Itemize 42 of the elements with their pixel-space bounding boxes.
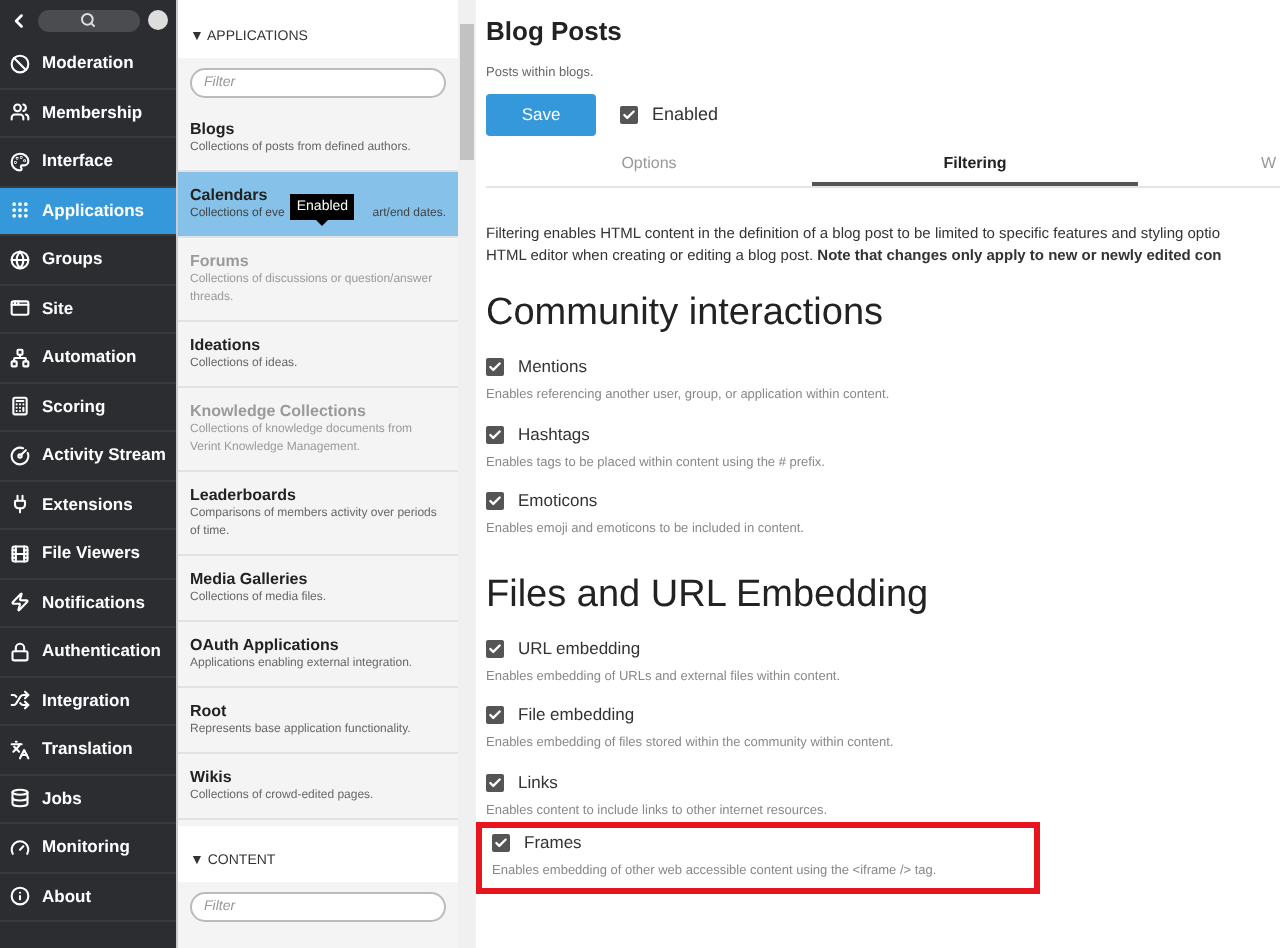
film-icon [10, 543, 30, 564]
info-icon [10, 886, 30, 907]
translate-icon [10, 739, 30, 760]
palette-icon [10, 151, 30, 172]
gauge-icon [10, 445, 30, 466]
calculator-icon [10, 396, 30, 417]
lock-icon [10, 641, 30, 662]
option-label: Frames [524, 830, 582, 856]
option-label: Emoticons [518, 488, 598, 514]
scrollbar[interactable] [458, 0, 476, 948]
tab[interactable]: Filtering [812, 146, 1138, 187]
checkbox[interactable] [486, 639, 504, 658]
search-field[interactable] [37, 9, 141, 31]
search-icon [80, 12, 97, 28]
option-label: Mentions [518, 354, 587, 380]
checkbox[interactable] [486, 706, 504, 725]
checkbox[interactable] [486, 492, 504, 511]
users-icon [10, 102, 30, 123]
checkbox[interactable] [486, 773, 504, 792]
avatar-icon[interactable] [148, 10, 168, 30]
gauge-icon [10, 837, 30, 858]
section-heading: Community interactions [486, 290, 886, 339]
option-label: Links [518, 769, 558, 795]
ban-icon [10, 53, 30, 74]
enabled-label: Enabled [652, 102, 719, 128]
shuffle-icon [10, 690, 30, 711]
lightning-icon [10, 592, 30, 613]
grid-icon [10, 200, 30, 221]
option-label: URL embedding [518, 635, 641, 661]
checkbox[interactable] [492, 834, 510, 853]
plug-icon [10, 494, 30, 515]
checkbox[interactable] [486, 358, 504, 377]
option-label: File embedding [518, 702, 635, 728]
database-icon [10, 788, 30, 809]
checkbox[interactable] [620, 106, 638, 125]
hierarchy-icon [10, 347, 30, 368]
window-icon [10, 298, 30, 319]
section-heading: Files and URL Embedding [486, 571, 931, 620]
globe-icon [10, 249, 30, 270]
checkbox[interactable] [486, 425, 504, 444]
option-label: Hashtags [518, 421, 590, 447]
page-title: Blog Posts [486, 14, 624, 50]
